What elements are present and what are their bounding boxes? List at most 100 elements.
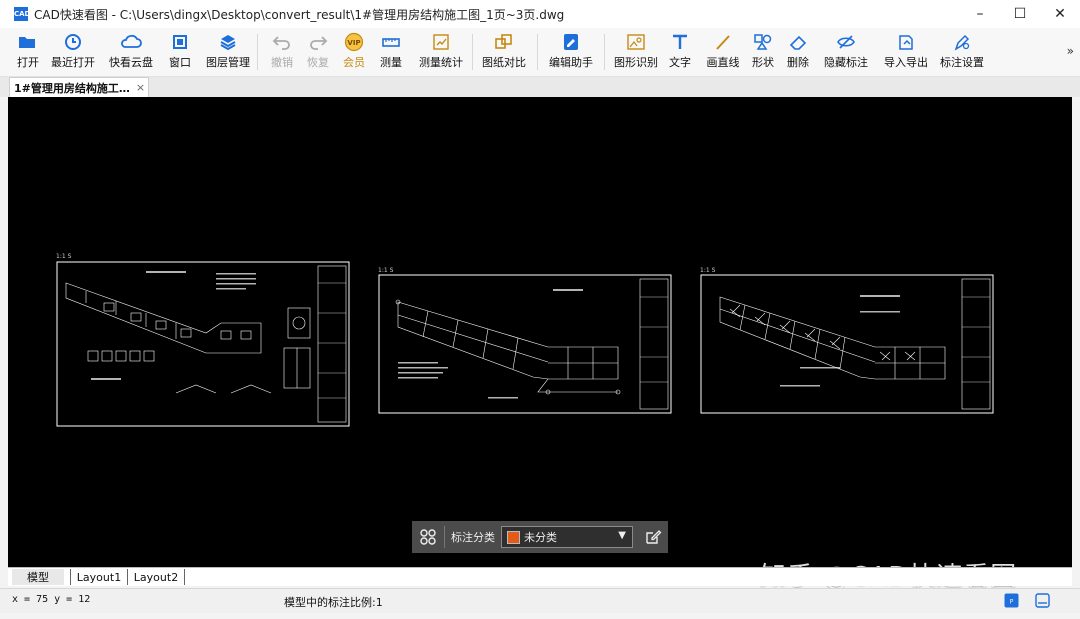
draw-line-button[interactable]: 画直线 <box>701 28 745 72</box>
tab-layout1-label: Layout1 <box>76 570 122 584</box>
measure-button[interactable]: 测量 <box>372 28 410 72</box>
drawing-sheet-2: 1:1 S <box>378 267 672 415</box>
edit-icon[interactable] <box>643 527 663 547</box>
text-label: 文字 <box>669 56 691 69</box>
cursor-coordinates: x = 75 y = 12 <box>12 594 91 605</box>
vip-badge-icon: VIP <box>344 32 364 52</box>
svg-text:P: P <box>1010 599 1014 606</box>
open-button[interactable]: 打开 <box>9 28 47 72</box>
open-label: 打开 <box>17 56 39 69</box>
tab-model-label: 模型 <box>27 571 49 584</box>
document-tab-bar: 1#管理用房结构施工… × <box>0 77 1080 97</box>
svg-text:VIP: VIP <box>347 39 360 47</box>
sheet-2-drawing <box>378 274 672 414</box>
shapes-icon <box>754 34 772 50</box>
drawing-sheet-3: 1:1 S <box>700 267 994 415</box>
eye-off-icon <box>837 35 855 49</box>
title-bar: CAD CAD快速看图 - C:\Users\dingx\Desktop\con… <box>0 0 1080 28</box>
filter-divider <box>444 526 445 548</box>
undo-button[interactable]: 撤销 <box>264 28 300 72</box>
compare-button[interactable]: 图纸对比 <box>477 28 531 72</box>
annotation-settings-button[interactable]: 标注设置 <box>935 28 989 72</box>
vip-button[interactable]: VIP 会员 <box>336 28 372 72</box>
compare-label: 图纸对比 <box>482 56 526 69</box>
fit-window-icon <box>173 35 187 49</box>
redo-icon <box>310 36 328 50</box>
import-export-label: 导入导出 <box>884 56 928 69</box>
compare-icon <box>495 34 512 49</box>
import-export-button[interactable]: 导入导出 <box>879 28 933 72</box>
annotation-settings-label: 标注设置 <box>940 56 984 69</box>
toolbar-divider <box>604 34 605 70</box>
layers-icon <box>220 35 236 51</box>
settings-pen-icon <box>954 34 970 51</box>
shape-label: 形状 <box>752 56 774 69</box>
edit-doc-icon <box>564 34 578 50</box>
edit-helper-label: 编辑助手 <box>549 56 593 69</box>
toolbar-divider <box>472 34 473 70</box>
window-controls: – ☐ ✕ <box>960 0 1080 28</box>
vip-label: 会员 <box>343 56 365 69</box>
tab-layout1[interactable]: Layout1 <box>70 569 128 585</box>
toolbar-divider <box>537 34 538 70</box>
text-button[interactable]: 文字 <box>663 28 697 72</box>
cloud-label: 快看云盘 <box>109 56 153 69</box>
hide-annotation-label: 隐藏标注 <box>824 56 868 69</box>
recent-button[interactable]: 最近打开 <box>47 28 99 72</box>
delete-button[interactable]: 删除 <box>781 28 815 72</box>
undo-icon <box>272 36 290 50</box>
line-icon <box>716 35 730 50</box>
sheet-3-drawing <box>700 274 994 414</box>
category-color-swatch <box>507 530 520 544</box>
recent-label: 最近打开 <box>51 56 95 69</box>
tab-layout2[interactable]: Layout2 <box>128 569 185 585</box>
shape-recognition-icon <box>627 34 645 50</box>
cloud-button[interactable]: 快看云盘 <box>105 28 157 72</box>
layout-tab-bar: 模型 Layout1 Layout2 <box>8 567 1072 586</box>
hide-annotation-button[interactable]: 隐藏标注 <box>819 28 873 72</box>
layers-button[interactable]: 图层管理 <box>203 28 253 72</box>
clock-icon <box>65 34 81 50</box>
annotation-category-select[interactable]: 未分类 ▼ <box>501 526 633 548</box>
window-title: CAD快速看图 - C:\Users\dingx\Desktop\convert… <box>34 7 565 22</box>
minimize-button[interactable]: – <box>960 0 1000 28</box>
tab-layout2-label: Layout2 <box>133 570 179 584</box>
snap-toggle-icon[interactable]: P <box>1004 593 1019 608</box>
document-tab-close-icon[interactable]: × <box>136 81 145 94</box>
window-button[interactable]: 窗口 <box>163 28 197 72</box>
maximize-button[interactable]: ☐ <box>1000 0 1040 28</box>
layers-label: 图层管理 <box>206 56 250 69</box>
main-toolbar: 打开 最近打开 快看云盘 窗口 图层管理 撤销 恢复 VIP 会员 测量 测量统… <box>0 28 1080 77</box>
measure-stats-label: 测量统计 <box>419 56 463 69</box>
measure-label: 测量 <box>380 56 402 69</box>
toolbar-overflow-button[interactable]: » <box>1067 44 1074 58</box>
delete-label: 删除 <box>787 56 809 69</box>
shape-recognition-label: 图形识别 <box>614 56 658 69</box>
chevron-down-icon: ▼ <box>618 530 626 541</box>
annotation-category-label: 标注分类 <box>451 531 495 544</box>
redo-label: 恢复 <box>307 56 329 69</box>
document-tab[interactable]: 1#管理用房结构施工… × <box>9 77 149 97</box>
tab-model[interactable]: 模型 <box>12 569 64 585</box>
annotation-category-value: 未分类 <box>524 531 557 544</box>
grid-icon[interactable] <box>418 527 438 547</box>
shape-recognition-button[interactable]: 图形识别 <box>609 28 663 72</box>
ruler-icon <box>382 38 400 47</box>
redo-button[interactable]: 恢复 <box>300 28 336 72</box>
document-tab-title: 1#管理用房结构施工… <box>14 81 130 95</box>
edit-helper-button[interactable]: 编辑助手 <box>544 28 598 72</box>
cloud-icon <box>121 34 142 48</box>
undo-label: 撤销 <box>271 56 293 69</box>
close-button[interactable]: ✕ <box>1040 0 1080 28</box>
annotation-filter-bar: 标注分类 未分类 ▼ <box>412 521 668 553</box>
window-label: 窗口 <box>169 56 191 69</box>
annotation-scale-text: 模型中的标注比例:1 <box>284 596 383 609</box>
panel-toggle-icon[interactable] <box>1035 593 1050 608</box>
drawing-canvas[interactable]: 1:1 S 1:1 S 1:1 S <box>8 97 1072 567</box>
sheet-1-drawing <box>56 261 350 427</box>
draw-line-label: 画直线 <box>706 56 740 69</box>
stats-chart-icon <box>433 34 449 50</box>
measure-stats-button[interactable]: 测量统计 <box>414 28 468 72</box>
text-icon <box>673 34 687 49</box>
shape-button[interactable]: 形状 <box>745 28 781 72</box>
